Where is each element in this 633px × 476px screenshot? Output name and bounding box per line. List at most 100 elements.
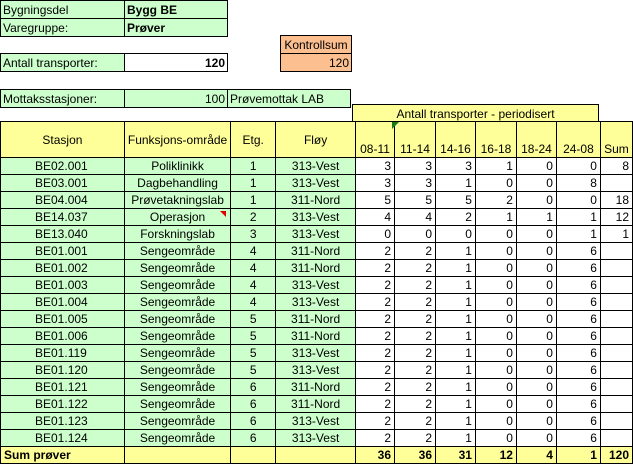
floor-cell[interactable]: 3 xyxy=(230,225,277,243)
value-cell[interactable]: 2 xyxy=(394,344,436,362)
value-cell[interactable]: 2 xyxy=(394,242,436,260)
station-cell[interactable]: BE01.001 xyxy=(0,242,125,260)
sum-value-cell[interactable]: 36 xyxy=(355,446,396,464)
wing-cell[interactable]: 311-Nord xyxy=(275,259,357,277)
value-cell[interactable]: 8 xyxy=(599,157,633,175)
sum-value-cell[interactable]: 1 xyxy=(555,446,601,464)
function-area-cell[interactable]: Poliklinikk xyxy=(123,157,232,175)
mottaksstasjoner-label[interactable]: Mottaksstasjoner: xyxy=(0,89,125,108)
function-area-cell[interactable]: Sengeområde xyxy=(123,327,232,345)
value-cell[interactable] xyxy=(599,310,633,328)
value-cell[interactable]: 0 xyxy=(515,157,557,175)
column-header[interactable]: Etg. xyxy=(230,121,277,158)
value-cell[interactable]: 0 xyxy=(474,395,517,413)
station-cell[interactable]: BE01.123 xyxy=(0,412,125,430)
wing-cell[interactable]: 311-Nord xyxy=(275,242,357,260)
wing-cell[interactable]: 313-Vest xyxy=(275,293,357,311)
column-header[interactable]: Sum xyxy=(599,121,633,158)
value-cell[interactable]: 6 xyxy=(555,361,601,379)
value-cell[interactable]: 0 xyxy=(474,429,517,447)
value-cell[interactable]: 0 xyxy=(515,378,557,396)
sum-value-cell[interactable]: 31 xyxy=(435,446,476,464)
function-area-cell[interactable]: Sengeområde xyxy=(123,276,232,294)
value-cell[interactable]: 1 xyxy=(474,208,517,226)
value-cell[interactable]: 0 xyxy=(474,174,517,192)
wing-cell[interactable]: 311-Nord xyxy=(275,395,357,413)
column-header[interactable]: 14-16 xyxy=(435,121,476,158)
station-cell[interactable]: BE01.006 xyxy=(0,327,125,345)
wing-cell[interactable]: 311-Nord xyxy=(275,310,357,328)
value-cell[interactable]: 1 xyxy=(555,225,601,243)
value-cell[interactable]: 1 xyxy=(435,361,476,379)
value-cell[interactable]: 2 xyxy=(394,310,436,328)
station-cell[interactable]: BE14.037 xyxy=(0,208,125,226)
value-cell[interactable]: 1 xyxy=(435,412,476,430)
empty-cell[interactable] xyxy=(123,446,232,464)
value-cell[interactable]: 1 xyxy=(435,327,476,345)
value-cell[interactable]: 0 xyxy=(474,242,517,260)
floor-cell[interactable]: 4 xyxy=(230,293,277,311)
value-cell[interactable]: 8 xyxy=(555,174,601,192)
value-cell[interactable]: 6 xyxy=(555,378,601,396)
floor-cell[interactable]: 1 xyxy=(230,157,277,175)
value-cell[interactable]: 2 xyxy=(394,293,436,311)
value-cell[interactable]: 2 xyxy=(355,242,396,260)
wing-cell[interactable]: 313-Vest xyxy=(275,157,357,175)
function-area-cell[interactable]: Sengeområde xyxy=(123,378,232,396)
wing-cell[interactable]: 313-Vest xyxy=(275,225,357,243)
sum-value-cell[interactable]: 36 xyxy=(394,446,436,464)
value-cell[interactable]: 2 xyxy=(394,429,436,447)
value-cell[interactable]: 1 xyxy=(435,344,476,362)
value-cell[interactable]: 2 xyxy=(355,395,396,413)
value-cell[interactable]: 0 xyxy=(515,327,557,345)
value-cell[interactable]: 2 xyxy=(394,259,436,277)
value-cell[interactable]: 5 xyxy=(355,191,396,209)
floor-cell[interactable]: 4 xyxy=(230,242,277,260)
value-cell[interactable] xyxy=(599,327,633,345)
value-cell[interactable]: 0 xyxy=(515,361,557,379)
kontrollsum-value[interactable]: 120 xyxy=(280,53,352,72)
value-cell[interactable] xyxy=(599,259,633,277)
value-cell[interactable]: 1 xyxy=(599,225,633,243)
antall-transporter-value[interactable]: 120 xyxy=(124,53,228,72)
station-cell[interactable]: BE01.120 xyxy=(0,361,125,379)
value-cell[interactable]: 2 xyxy=(355,276,396,294)
value-cell[interactable]: 1 xyxy=(435,174,476,192)
comment-indicator-icon[interactable] xyxy=(392,122,399,129)
station-cell[interactable]: BE01.002 xyxy=(0,259,125,277)
bygningsdel-value[interactable]: Bygg BE xyxy=(124,0,228,19)
value-cell[interactable]: 5 xyxy=(435,191,476,209)
value-cell[interactable]: 1 xyxy=(435,429,476,447)
mottaksstasjoner-value[interactable]: 100 xyxy=(124,89,228,108)
floor-cell[interactable]: 4 xyxy=(230,259,277,277)
value-cell[interactable]: 2 xyxy=(394,395,436,413)
comment-indicator-icon[interactable] xyxy=(220,211,226,217)
value-cell[interactable]: 1 xyxy=(435,310,476,328)
value-cell[interactable]: 0 xyxy=(515,174,557,192)
value-cell[interactable] xyxy=(599,395,633,413)
mottaksstasjon-name[interactable]: Prøvemottak LAB xyxy=(227,89,351,108)
column-header[interactable]: 16-18 xyxy=(474,121,517,158)
value-cell[interactable]: 0 xyxy=(394,225,436,243)
value-cell[interactable]: 6 xyxy=(555,344,601,362)
function-area-cell[interactable]: Forskningslab xyxy=(123,225,232,243)
floor-cell[interactable]: 5 xyxy=(230,344,277,362)
column-header[interactable]: 24-08 xyxy=(555,121,601,158)
function-area-cell[interactable]: Operasjon xyxy=(123,208,232,226)
value-cell[interactable]: 0 xyxy=(515,242,557,260)
value-cell[interactable]: 3 xyxy=(394,174,436,192)
station-cell[interactable]: BE01.124 xyxy=(0,429,125,447)
value-cell[interactable] xyxy=(599,378,633,396)
function-area-cell[interactable]: Sengeområde xyxy=(123,259,232,277)
value-cell[interactable]: 0 xyxy=(515,310,557,328)
value-cell[interactable]: 0 xyxy=(515,429,557,447)
column-header[interactable]: 18-24 xyxy=(515,121,557,158)
value-cell[interactable]: 0 xyxy=(515,225,557,243)
value-cell[interactable]: 0 xyxy=(474,344,517,362)
value-cell[interactable] xyxy=(599,429,633,447)
wing-cell[interactable]: 313-Vest xyxy=(275,361,357,379)
value-cell[interactable]: 0 xyxy=(474,293,517,311)
value-cell[interactable]: 1 xyxy=(515,208,557,226)
value-cell[interactable]: 0 xyxy=(435,225,476,243)
empty-cell[interactable] xyxy=(230,446,277,464)
